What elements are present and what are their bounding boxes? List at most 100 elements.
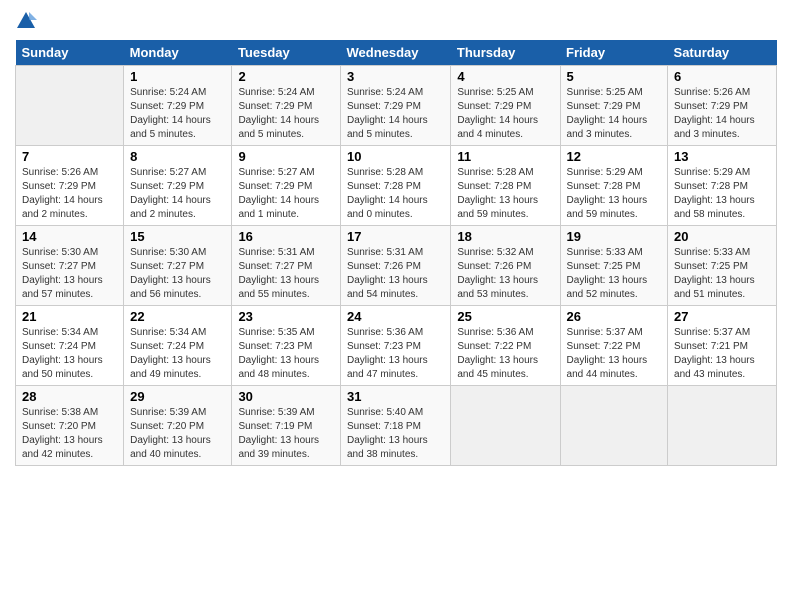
day-info: Sunrise: 5:31 AMSunset: 7:27 PMDaylight:…	[238, 246, 334, 302]
day-number: 2	[238, 69, 334, 84]
day-number: 16	[238, 229, 334, 244]
day-info: Sunrise: 5:28 AMSunset: 7:28 PMDaylight:…	[457, 166, 553, 222]
calendar-week-row: 21 Sunrise: 5:34 AMSunset: 7:24 PMDayligh…	[16, 306, 777, 386]
day-number: 20	[674, 229, 770, 244]
day-info: Sunrise: 5:28 AMSunset: 7:28 PMDaylight:…	[347, 166, 444, 222]
calendar-cell: 19 Sunrise: 5:33 AMSunset: 7:25 PMDayligh…	[560, 226, 667, 306]
day-info: Sunrise: 5:26 AMSunset: 7:29 PMDaylight:…	[674, 86, 770, 142]
day-info: Sunrise: 5:25 AMSunset: 7:29 PMDaylight:…	[457, 86, 553, 142]
day-number: 11	[457, 149, 553, 164]
page-header	[15, 10, 777, 32]
day-number: 26	[567, 309, 661, 324]
calendar-cell: 1Sunrise: 5:24 AMSunset: 7:29 PMDaylight…	[124, 66, 232, 146]
day-info: Sunrise: 5:34 AMSunset: 7:24 PMDaylight:…	[22, 326, 117, 382]
weekday-header: Sunday	[16, 40, 124, 66]
day-info: Sunrise: 5:37 AMSunset: 7:21 PMDaylight:…	[674, 326, 770, 382]
calendar-cell: 4 Sunrise: 5:25 AMSunset: 7:29 PMDaylight…	[451, 66, 560, 146]
weekday-header: Saturday	[668, 40, 777, 66]
calendar-cell: 31 Sunrise: 5:40 AMSunset: 7:18 PMDayligh…	[341, 386, 451, 466]
calendar-cell: 9 Sunrise: 5:27 AMSunset: 7:29 PMDaylight…	[232, 146, 341, 226]
day-info: Sunrise: 5:29 AMSunset: 7:28 PMDaylight:…	[674, 166, 770, 222]
calendar-cell: 16 Sunrise: 5:31 AMSunset: 7:27 PMDayligh…	[232, 226, 341, 306]
day-number: 4	[457, 69, 553, 84]
day-number: 27	[674, 309, 770, 324]
day-number: 31	[347, 389, 444, 404]
calendar-cell: 25 Sunrise: 5:36 AMSunset: 7:22 PMDayligh…	[451, 306, 560, 386]
day-info: Sunrise: 5:24 AMSunset: 7:29 PMDaylight:…	[347, 86, 444, 142]
day-info: Sunrise: 5:27 AMSunset: 7:29 PMDaylight:…	[238, 166, 334, 222]
calendar-cell: 22 Sunrise: 5:34 AMSunset: 7:24 PMDayligh…	[124, 306, 232, 386]
calendar-week-row: 28Sunrise: 5:38 AMSunset: 7:20 PMDayligh…	[16, 386, 777, 466]
day-info: Sunrise: 5:36 AMSunset: 7:22 PMDaylight:…	[457, 326, 553, 382]
calendar-cell	[668, 386, 777, 466]
day-info: Sunrise: 5:26 AMSunset: 7:29 PMDaylight:…	[22, 166, 117, 222]
day-number: 9	[238, 149, 334, 164]
calendar-cell: 30 Sunrise: 5:39 AMSunset: 7:19 PMDayligh…	[232, 386, 341, 466]
day-info: Sunrise: 5:40 AMSunset: 7:18 PMDaylight:…	[347, 406, 444, 462]
day-info: Sunrise: 5:33 AMSunset: 7:25 PMDaylight:…	[674, 246, 770, 302]
calendar-cell: 2 Sunrise: 5:24 AMSunset: 7:29 PMDaylight…	[232, 66, 341, 146]
day-info: Sunrise: 5:36 AMSunset: 7:23 PMDaylight:…	[347, 326, 444, 382]
page-container: SundayMondayTuesdayWednesdayThursdayFrid…	[0, 0, 792, 476]
calendar-cell	[560, 386, 667, 466]
calendar-cell: 10Sunrise: 5:28 AMSunset: 7:28 PMDayligh…	[341, 146, 451, 226]
calendar-cell: 7 Sunrise: 5:26 AMSunset: 7:29 PMDaylight…	[16, 146, 124, 226]
logo	[15, 10, 41, 32]
day-number: 24	[347, 309, 444, 324]
day-number: 23	[238, 309, 334, 324]
day-info: Sunrise: 5:25 AMSunset: 7:29 PMDaylight:…	[567, 86, 661, 142]
calendar-cell: 23Sunrise: 5:35 AMSunset: 7:23 PMDayligh…	[232, 306, 341, 386]
calendar-cell: 3 Sunrise: 5:24 AMSunset: 7:29 PMDaylight…	[341, 66, 451, 146]
day-number: 29	[130, 389, 225, 404]
calendar-cell: 29 Sunrise: 5:39 AMSunset: 7:20 PMDayligh…	[124, 386, 232, 466]
calendar-cell: 15Sunrise: 5:30 AMSunset: 7:27 PMDayligh…	[124, 226, 232, 306]
calendar-week-row: 7 Sunrise: 5:26 AMSunset: 7:29 PMDaylight…	[16, 146, 777, 226]
calendar-cell: 13Sunrise: 5:29 AMSunset: 7:28 PMDayligh…	[668, 146, 777, 226]
calendar-cell: 21 Sunrise: 5:34 AMSunset: 7:24 PMDayligh…	[16, 306, 124, 386]
calendar-cell: 17Sunrise: 5:31 AMSunset: 7:26 PMDayligh…	[341, 226, 451, 306]
calendar-cell: 18 Sunrise: 5:32 AMSunset: 7:26 PMDayligh…	[451, 226, 560, 306]
day-number: 12	[567, 149, 661, 164]
calendar-cell: 5 Sunrise: 5:25 AMSunset: 7:29 PMDaylight…	[560, 66, 667, 146]
day-info: Sunrise: 5:39 AMSunset: 7:20 PMDaylight:…	[130, 406, 225, 462]
calendar-cell	[451, 386, 560, 466]
day-number: 18	[457, 229, 553, 244]
calendar-cell	[16, 66, 124, 146]
calendar-week-row: 14 Sunrise: 5:30 AMSunset: 7:27 PMDayligh…	[16, 226, 777, 306]
weekday-header: Wednesday	[341, 40, 451, 66]
calendar-cell: 12 Sunrise: 5:29 AMSunset: 7:28 PMDayligh…	[560, 146, 667, 226]
day-info: Sunrise: 5:24 AMSunset: 7:29 PMDaylight:…	[238, 86, 334, 142]
day-number: 8	[130, 149, 225, 164]
calendar-cell: 27 Sunrise: 5:37 AMSunset: 7:21 PMDayligh…	[668, 306, 777, 386]
day-info: Sunrise: 5:30 AMSunset: 7:27 PMDaylight:…	[130, 246, 225, 302]
day-number: 7	[22, 149, 117, 164]
day-info: Sunrise: 5:29 AMSunset: 7:28 PMDaylight:…	[567, 166, 661, 222]
calendar-cell: 11 Sunrise: 5:28 AMSunset: 7:28 PMDayligh…	[451, 146, 560, 226]
day-number: 22	[130, 309, 225, 324]
day-info: Sunrise: 5:37 AMSunset: 7:22 PMDaylight:…	[567, 326, 661, 382]
weekday-header: Thursday	[451, 40, 560, 66]
day-number: 5	[567, 69, 661, 84]
day-number: 1	[130, 69, 225, 84]
calendar-cell: 6 Sunrise: 5:26 AMSunset: 7:29 PMDaylight…	[668, 66, 777, 146]
logo-icon	[15, 10, 37, 32]
day-number: 21	[22, 309, 117, 324]
day-number: 3	[347, 69, 444, 84]
day-info: Sunrise: 5:39 AMSunset: 7:19 PMDaylight:…	[238, 406, 334, 462]
day-info: Sunrise: 5:32 AMSunset: 7:26 PMDaylight:…	[457, 246, 553, 302]
day-number: 25	[457, 309, 553, 324]
weekday-header-row: SundayMondayTuesdayWednesdayThursdayFrid…	[16, 40, 777, 66]
calendar-cell: 14 Sunrise: 5:30 AMSunset: 7:27 PMDayligh…	[16, 226, 124, 306]
day-number: 30	[238, 389, 334, 404]
day-number: 28	[22, 389, 117, 404]
calendar-table: SundayMondayTuesdayWednesdayThursdayFrid…	[15, 40, 777, 466]
day-info: Sunrise: 5:31 AMSunset: 7:26 PMDaylight:…	[347, 246, 444, 302]
day-number: 19	[567, 229, 661, 244]
day-info: Sunrise: 5:33 AMSunset: 7:25 PMDaylight:…	[567, 246, 661, 302]
day-number: 6	[674, 69, 770, 84]
calendar-cell: 28Sunrise: 5:38 AMSunset: 7:20 PMDayligh…	[16, 386, 124, 466]
calendar-cell: 8Sunrise: 5:27 AMSunset: 7:29 PMDaylight…	[124, 146, 232, 226]
day-info: Sunrise: 5:30 AMSunset: 7:27 PMDaylight:…	[22, 246, 117, 302]
day-info: Sunrise: 5:34 AMSunset: 7:24 PMDaylight:…	[130, 326, 225, 382]
day-number: 14	[22, 229, 117, 244]
